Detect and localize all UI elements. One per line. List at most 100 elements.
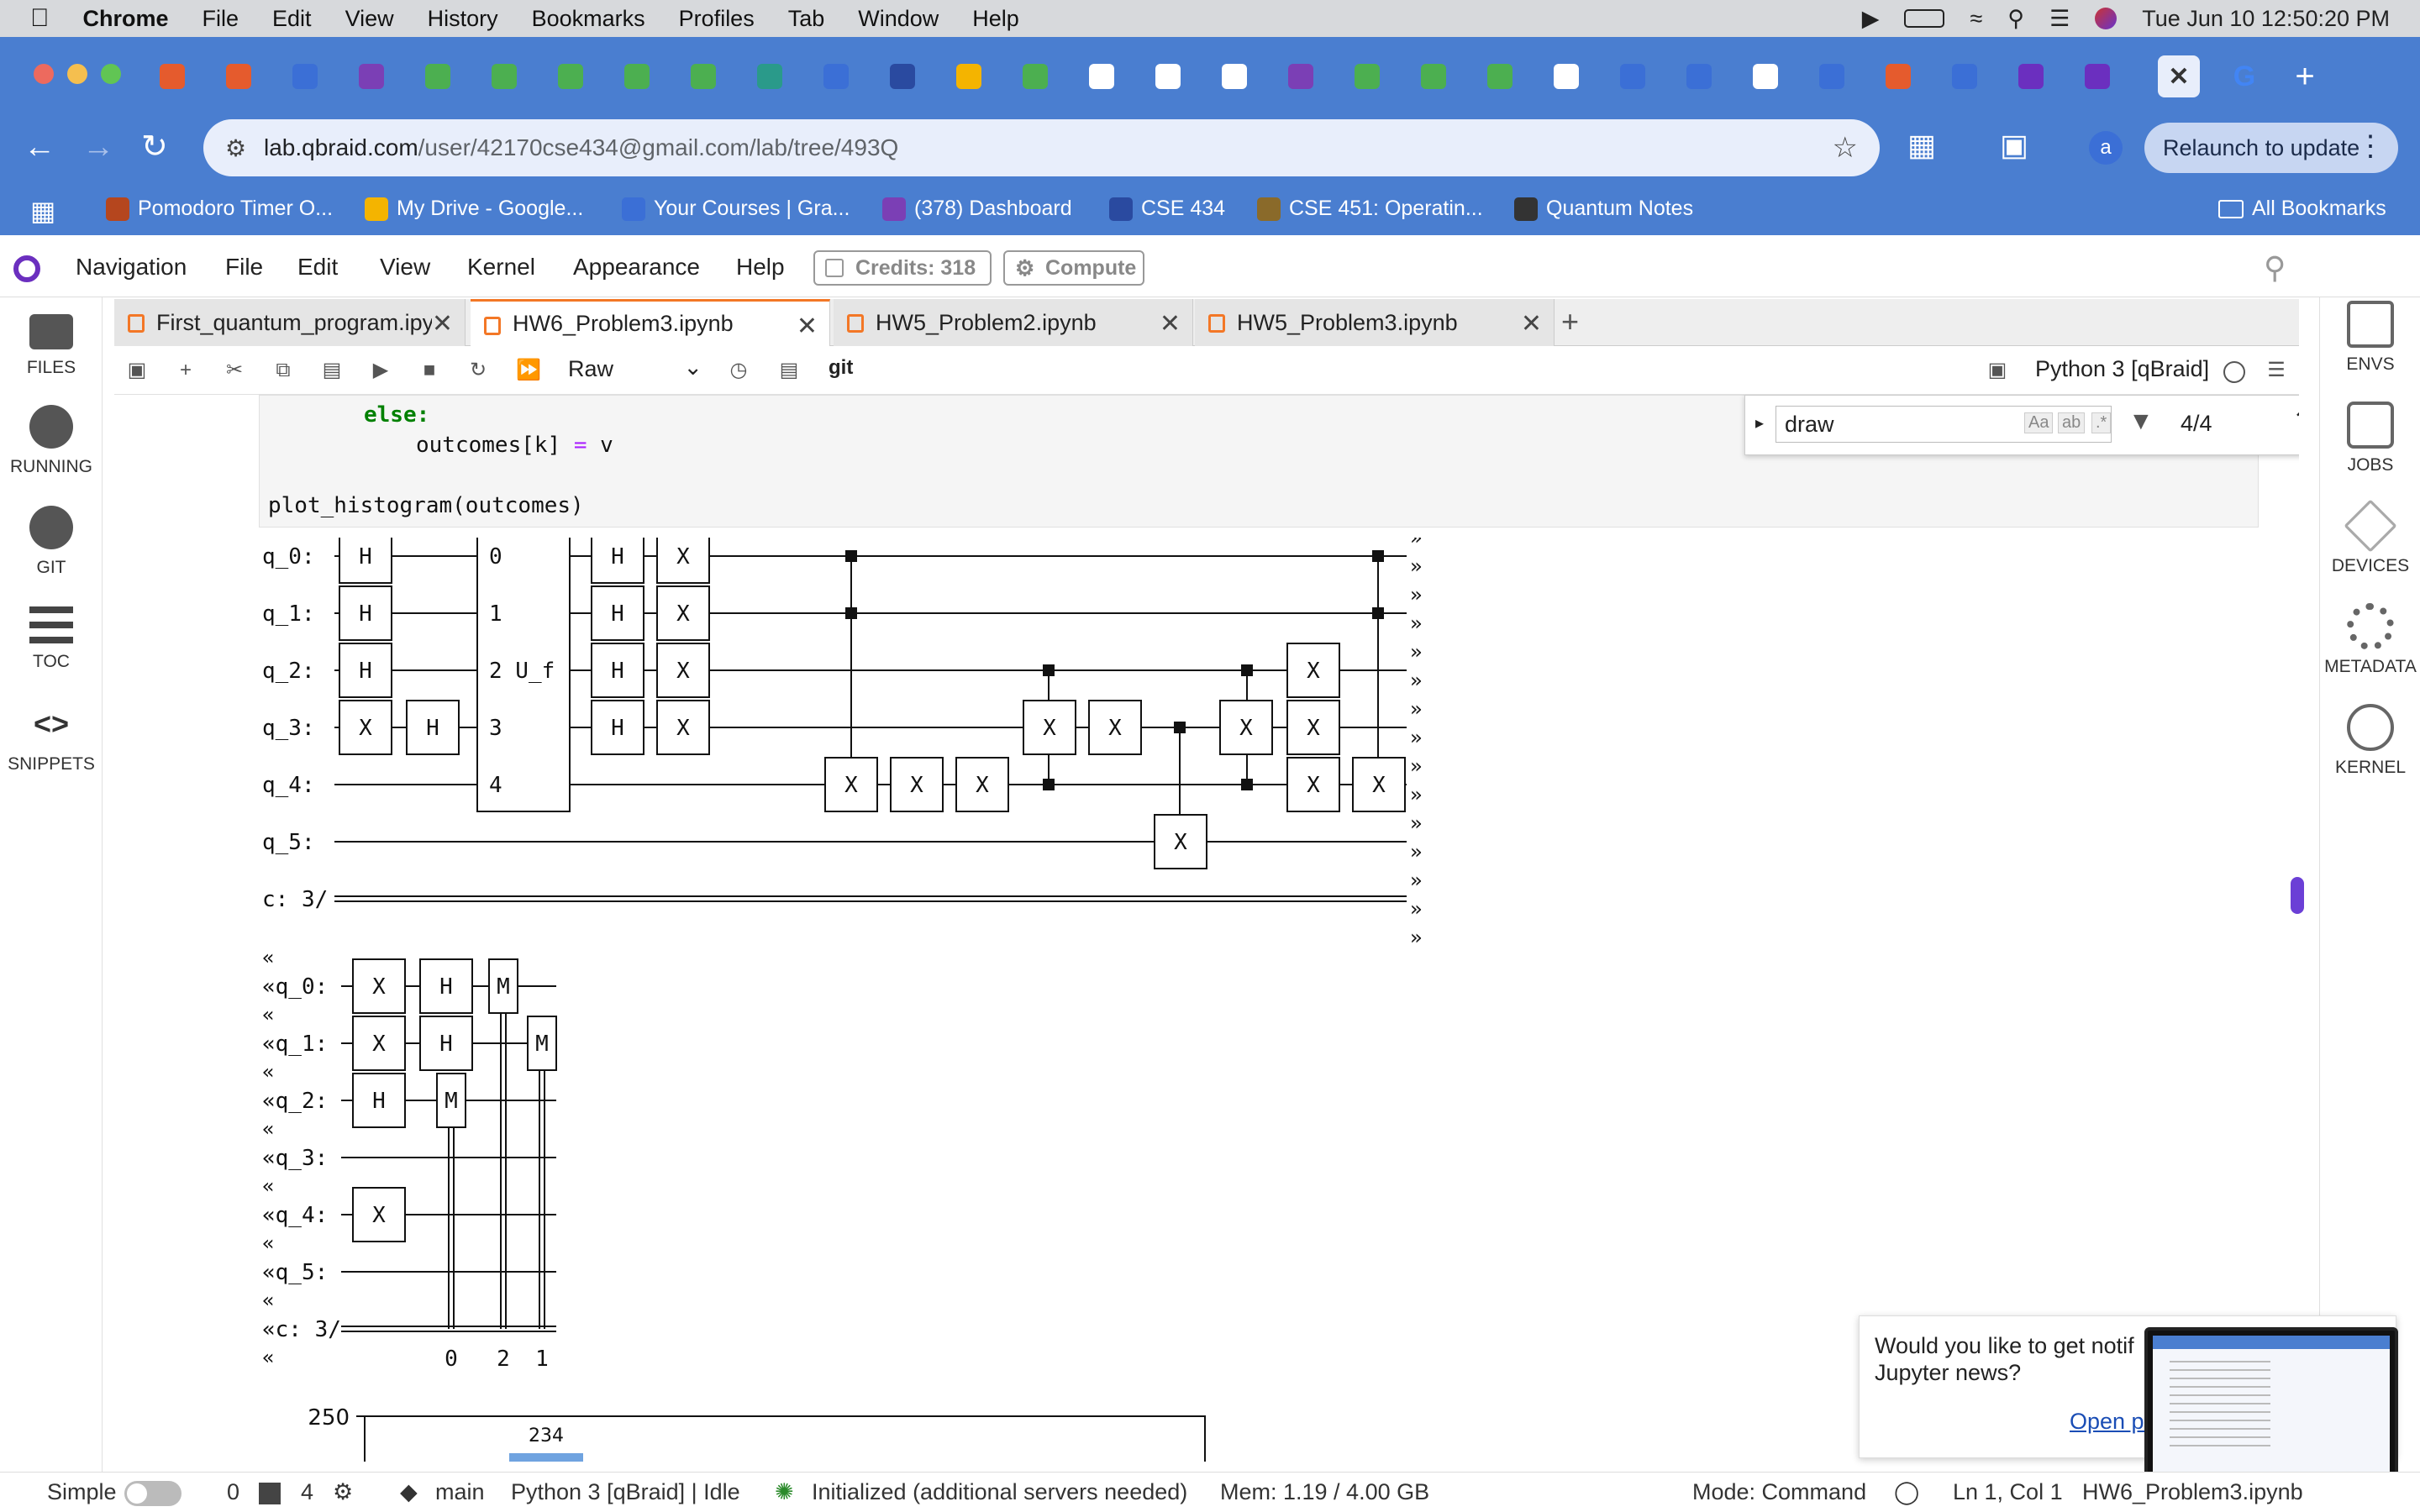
bookmark-item[interactable]: Quantum Notes [1514,197,1693,221]
browser-tab-favicon-icon[interactable] [1886,64,1911,89]
browser-tab-favicon-icon[interactable] [1487,64,1512,89]
browser-tab-favicon-icon[interactable] [1686,64,1712,89]
window-close-button[interactable] [34,64,54,84]
menu-edit[interactable]: Edit [272,6,312,32]
bookmark-item[interactable]: (378) Dashboard [882,197,1072,221]
menu-view[interactable]: View [345,6,394,32]
tab-first-quantum-program[interactable]: First_quantum_program.ipy ✕ [114,299,466,346]
bookmark-item[interactable]: CSE 434 [1109,197,1225,221]
browser-tab-favicon-icon[interactable] [1753,64,1778,89]
browser-tab-favicon-icon[interactable] [1155,64,1181,89]
sidebar-git[interactable]: GIT [0,506,103,578]
close-icon[interactable]: ✕ [1160,309,1181,339]
window-minimize-button[interactable] [67,64,87,84]
tab-hw5-problem3[interactable]: HW5_Problem3.ipynb ✕ [1195,299,1555,346]
browser-tab-favicon-icon[interactable] [1023,64,1048,89]
hamburger-menu-icon[interactable]: ☰ [2265,360,2287,381]
cell-type-select[interactable]: Raw ⌄ [568,354,702,382]
siri-icon[interactable] [2095,8,2118,29]
simple-mode-toggle[interactable] [124,1481,182,1506]
sidebar-metadata[interactable]: METADATA [2320,603,2420,677]
apple-icon[interactable]:  [30,4,50,33]
bookmark-item[interactable]: Your Courses | Gra... [622,197,850,221]
browser-tab-favicon-icon[interactable] [956,64,981,89]
interrupt-icon[interactable]: ■ [418,360,440,381]
control-center-icon[interactable]: ☰ [2049,6,2070,32]
menu-appearance[interactable]: Appearance [573,254,700,281]
window-zoom-button[interactable] [101,64,121,84]
extensions-icon[interactable]: ▦ [1907,128,1936,163]
browser-tab-favicon-icon[interactable] [1554,64,1579,89]
address-bar[interactable]: ⚙ lab.qbraid.com/user/42170cse434@gmail.… [203,119,1880,176]
media-play-icon[interactable]: ▶ [1862,6,1880,32]
browser-tab-favicon-icon[interactable] [292,64,318,89]
credits-button[interactable]: Credits: 318 [813,250,992,286]
close-icon[interactable]: ✕ [431,309,453,339]
menu-kernel[interactable]: Kernel [467,254,535,281]
all-bookmarks[interactable]: All Bookmarks [2218,197,2386,221]
wifi-icon[interactable]: ≈ [1970,6,1982,32]
menu-file[interactable]: File [203,6,239,32]
chrome-menu-icon[interactable]: ⋮ [2356,129,2385,163]
bookmark-item[interactable]: Pomodoro Timer O... [106,197,333,221]
open-preferences-link[interactable]: Open pr [2070,1409,2152,1435]
kernel-name[interactable]: Python 3 [qBraid] [2035,356,2209,382]
menu-window[interactable]: Window [858,6,939,32]
tab-hw6-problem3[interactable]: HW6_Problem3.ipynb ✕ [471,299,830,346]
kernel-icon[interactable]: ▣ [1986,360,2008,381]
new-tab-icon[interactable]: + [2284,55,2326,97]
reload-icon[interactable]: ↻ [141,128,168,165]
menu-history[interactable]: History [428,6,498,32]
browser-tab-favicon-icon[interactable] [226,64,251,89]
document-icon[interactable]: ▤ [778,360,800,381]
browser-tab-favicon-icon[interactable] [823,64,849,89]
menu-help[interactable]: Help [972,6,1019,32]
close-icon[interactable]: ✕ [797,312,818,341]
browser-tab-favicon-icon[interactable] [492,64,517,89]
menu-view[interactable]: View [380,254,430,281]
browser-tab-favicon-icon[interactable] [1222,64,1247,89]
browser-tab-favicon-icon[interactable] [1089,64,1114,89]
regex-toggle[interactable]: .* [2091,412,2112,433]
kernel-status[interactable]: Python 3 [qBraid] | Idle [511,1479,740,1505]
browser-tab-favicon-icon[interactable] [624,64,650,89]
browser-tab-favicon-icon[interactable] [1620,64,1645,89]
search-icon[interactable]: ⚲ [2264,250,2286,286]
restart-icon[interactable]: ↻ [467,360,489,381]
filter-icon[interactable]: ▼ [2128,407,2154,436]
notebook-scrollbar-thumb[interactable] [2291,877,2304,914]
browser-tab-favicon-icon[interactable] [1421,64,1446,89]
browser-tab-favicon-icon[interactable] [2018,64,2044,89]
browser-tab-favicon-icon[interactable] [890,64,915,89]
bookmark-item[interactable]: My Drive - Google... [365,197,583,221]
active-tab-close-icon[interactable]: ✕ [2158,55,2200,97]
menu-bookmarks[interactable]: Bookmarks [532,6,645,32]
compute-button[interactable]: ⚙ Compute [1003,250,1144,286]
relaunch-to-update-button[interactable]: Relaunch to update ⋮ [2144,123,2398,173]
git-branch[interactable]: main [435,1479,485,1505]
git-button[interactable]: git [829,356,853,380]
run-icon[interactable]: ▶ [370,360,392,381]
sidebar-kernel[interactable]: KERNEL [2320,704,2420,778]
sidebar-envs[interactable]: ENVS [2320,301,2420,375]
site-info-icon[interactable]: ⚙ [225,134,246,162]
menu-profiles[interactable]: Profiles [679,6,755,32]
browser-tab-favicon-icon[interactable] [160,64,185,89]
browser-tab-favicon-icon[interactable] [757,64,782,89]
close-icon[interactable]: ✕ [1521,309,1542,339]
save-icon[interactable]: ▣ [126,360,148,381]
google-tab-icon[interactable]: G [2223,55,2265,97]
browser-tab-favicon-icon[interactable] [2085,64,2110,89]
new-launcher-icon[interactable]: + [1561,304,1579,339]
profile-avatar[interactable]: a [2089,131,2123,165]
browser-tab-favicon-icon[interactable] [425,64,450,89]
forward-icon[interactable]: → [82,129,114,165]
menu-help[interactable]: Help [736,254,785,281]
tab-hw5-problem2[interactable]: HW5_Problem2.ipynb ✕ [834,299,1193,346]
qbraid-logo-icon[interactable] [13,255,40,282]
screenshot-thumbnail-preview[interactable] [2144,1327,2398,1490]
menubar-clock[interactable]: Tue Jun 10 12:50:20 PM [2142,6,2390,32]
tab-search-icon[interactable]: ▣ [2000,128,2028,163]
whole-word-toggle[interactable]: ab [2058,412,2086,433]
previous-match-icon[interactable]: ⌃ [2291,406,2299,435]
